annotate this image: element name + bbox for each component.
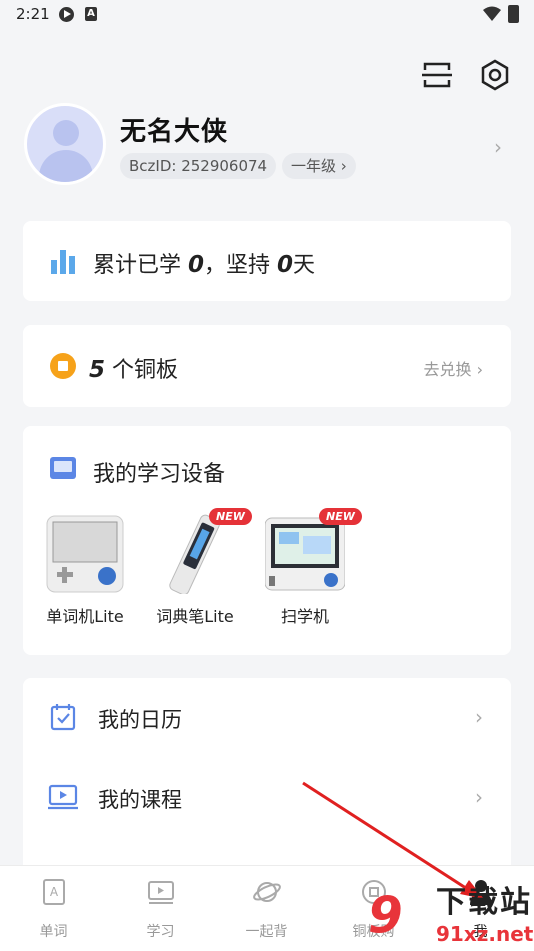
device-label: 词典笔Lite	[156, 607, 234, 626]
device-screen-icon	[50, 457, 76, 479]
menu-card: 我的日历 › 我的课程 ›	[23, 678, 511, 878]
watermark-title: 下载站	[436, 885, 532, 920]
device-label: 扫学机	[280, 607, 329, 626]
wifi-icon	[483, 6, 501, 21]
bcz-id-chip: BczID: 252906074	[120, 153, 277, 179]
tab-study[interactable]: 学习	[107, 866, 214, 951]
chevron-right-icon: ›	[475, 785, 483, 809]
book-a-icon: A	[43, 879, 65, 905]
watermark-url: 91xz.net	[436, 922, 534, 946]
devices-card: 我的学习设备 单词机Lite NEW 词典笔Lite NEW 扫学机	[23, 426, 511, 655]
dictionary-pen-image	[169, 514, 220, 596]
coins-card[interactable]: 5 个铜板 去兑换 ›	[23, 325, 511, 407]
settings-icon[interactable]	[479, 59, 511, 91]
device-label: 单词机Lite	[46, 607, 124, 626]
watermark-logo: 9 下载站 91xz.net	[368, 885, 534, 950]
tab-together[interactable]: 一起背	[213, 866, 320, 951]
menu-item-label: 我的日历	[98, 708, 182, 732]
grade-chip[interactable]: 一年级 ›	[282, 153, 356, 179]
bar-chart-icon	[51, 250, 75, 274]
profile-chevron-icon[interactable]: ›	[494, 135, 502, 159]
scanner-image	[264, 517, 346, 591]
menu-item-label: 我的课程	[98, 788, 182, 812]
device-scanner[interactable]: NEW 扫学机	[245, 508, 365, 627]
avatar-body-shape	[39, 150, 93, 182]
devices-title: 我的学习设备	[93, 462, 226, 487]
avatar-head-shape	[53, 120, 79, 146]
tab-label: 学习	[146, 924, 175, 940]
avatar[interactable]	[24, 103, 106, 185]
exchange-link[interactable]: 去兑换 ›	[424, 356, 484, 380]
days-count: 0	[277, 252, 294, 278]
word-machine-image	[46, 515, 124, 593]
new-badge: NEW	[319, 508, 362, 525]
coin-count: 5	[89, 357, 106, 383]
tab-label: 一起背	[245, 924, 288, 940]
a-notification-icon: A	[85, 7, 97, 21]
course-video-icon	[48, 784, 78, 810]
calendar-icon	[50, 704, 76, 731]
device-dictionary-pen[interactable]: NEW 词典笔Lite	[135, 508, 255, 627]
scan-icon[interactable]	[422, 60, 452, 90]
play-notification-icon	[59, 7, 74, 22]
svg-text:A: A	[50, 885, 59, 899]
planet-icon	[253, 882, 281, 902]
menu-item-courses[interactable]: 我的课程 ›	[23, 768, 511, 828]
watermark-mark: 9	[368, 886, 403, 944]
battery-icon	[508, 5, 519, 23]
video-screen-icon	[148, 881, 174, 904]
menu-item-calendar[interactable]: 我的日历 ›	[23, 688, 511, 748]
stats-text: 累计已学 0，坚持 0天	[93, 252, 316, 278]
coins-text: 5 个铜板	[89, 357, 179, 383]
coin-icon	[50, 353, 76, 379]
stats-card[interactable]: 累计已学 0，坚持 0天	[23, 221, 511, 301]
user-name: 无名大侠	[120, 117, 229, 147]
device-word-machine[interactable]: 单词机Lite	[25, 514, 145, 627]
chevron-right-icon: ›	[475, 705, 483, 729]
tab-words[interactable]: A 单词	[0, 866, 107, 951]
status-time: 2:21	[16, 5, 50, 23]
tab-label: 单词	[39, 924, 68, 940]
learned-count: 0	[188, 252, 205, 278]
status-bar: 2:21 A	[0, 0, 534, 28]
